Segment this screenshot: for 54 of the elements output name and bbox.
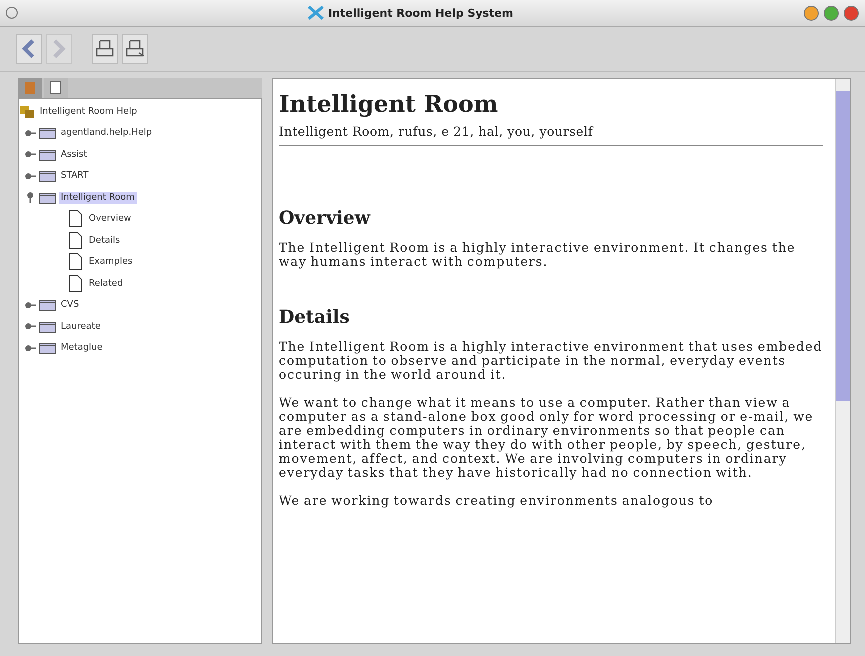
tree-item[interactable]: Intelligent Room xyxy=(59,192,137,204)
paragraph: The Intelligent Room is a highly interactive environment that uses embeded computation to observe and participate in the normal, everyday events occuring in the world around it. xyxy=(279,340,823,382)
page-icon xyxy=(69,274,83,293)
index-tab[interactable] xyxy=(44,78,68,98)
tree-item[interactable]: START xyxy=(59,170,91,182)
page-icon xyxy=(69,232,83,250)
tree-item[interactable]: Laureate xyxy=(59,320,103,333)
expand-toggle-icon[interactable] xyxy=(25,300,36,311)
expand-toggle-icon[interactable] xyxy=(25,342,36,354)
page-icon xyxy=(50,81,62,95)
folder-icon xyxy=(39,299,56,312)
folder-icon xyxy=(39,342,56,354)
paragraph: We want to change what it means to use a computer. Rather than view a computer as a stand-alone box good only for word processing or e-mail, we are embedding computers in ordinary environments so that people can interact with them the way they do with other people, by speech, gesture, movement, affect, and context. We are involving computers in ordinary everyday tasks that they have historically had no connection with. xyxy=(279,396,815,480)
folder-icon xyxy=(39,148,56,161)
zoom-button[interactable] xyxy=(824,6,839,20)
tree-item[interactable]: Examples xyxy=(87,256,135,268)
paragraph: We are working towards creating environments analogous to xyxy=(279,494,715,508)
print-icon xyxy=(95,39,115,59)
section-heading: Details xyxy=(279,307,351,328)
section-heading: Overview xyxy=(279,208,372,229)
expand-toggle-icon[interactable] xyxy=(25,149,36,160)
print-button[interactable] xyxy=(92,34,118,64)
tree-item[interactable]: Overview xyxy=(87,213,134,226)
book-icon xyxy=(24,81,36,95)
minimize-button[interactable] xyxy=(804,6,819,20)
scrollbar[interactable] xyxy=(835,79,850,643)
keywords-line: Intelligent Room, rufus, e 21, hal, you, yourself xyxy=(279,124,595,139)
printer-page-icon xyxy=(125,39,145,59)
expand-toggle-icon[interactable] xyxy=(25,192,36,204)
tree-item[interactable]: Details xyxy=(87,234,122,247)
page-title: Intelligent Room xyxy=(279,91,500,118)
folder-icon xyxy=(39,170,56,182)
tree-item[interactable]: Metaglue xyxy=(59,342,105,354)
tree-item[interactable]: CVS xyxy=(59,299,82,312)
expand-toggle-icon[interactable] xyxy=(25,128,36,139)
folder-icon xyxy=(39,192,56,204)
tree-item[interactable]: Assist xyxy=(59,148,90,161)
tree-item[interactable]: Related xyxy=(87,278,126,290)
page-icon xyxy=(69,253,83,272)
back-button[interactable] xyxy=(16,34,42,64)
window-title: Intelligent Room Help System xyxy=(328,6,514,20)
tree-item[interactable]: agentland.help.Help xyxy=(59,127,154,140)
help-book-icon xyxy=(19,104,35,119)
folder-icon xyxy=(39,320,56,333)
window-menu-button[interactable] xyxy=(6,7,18,19)
close-button[interactable] xyxy=(844,6,859,20)
x-logo-icon xyxy=(308,6,324,20)
tree-root[interactable]: Intelligent Room Help xyxy=(38,106,140,118)
page-setup-button[interactable] xyxy=(122,34,148,64)
expand-toggle-icon[interactable] xyxy=(25,321,36,332)
folder-icon xyxy=(39,127,56,140)
page-icon xyxy=(69,210,83,228)
paragraph: The Intelligent Room is a highly interactive environment. It changes the way humans interact with computers. xyxy=(279,241,797,269)
expand-toggle-icon[interactable] xyxy=(25,170,36,182)
